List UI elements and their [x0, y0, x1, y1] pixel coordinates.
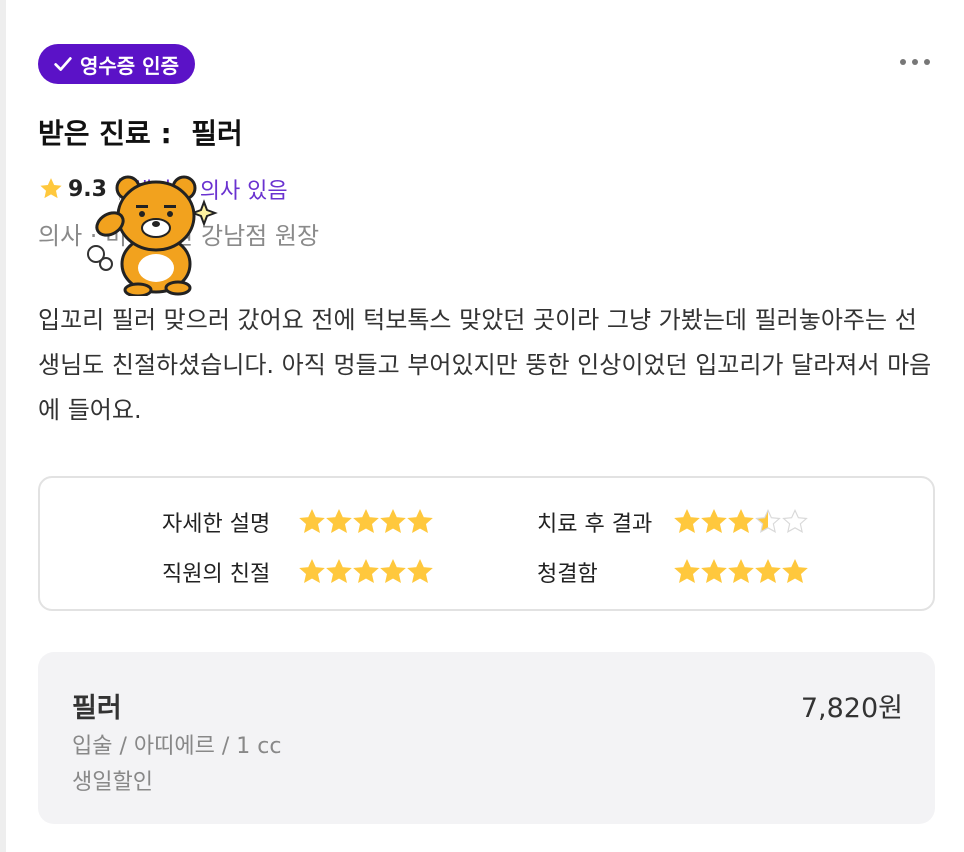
badge-label: 영수증 인증: [80, 53, 179, 78]
star-icon: [701, 558, 727, 583]
star-icon: [326, 508, 352, 533]
star-icon: [674, 558, 700, 583]
score-item: 직원의 친절: [162, 556, 433, 588]
more-options-button[interactable]: [900, 52, 930, 72]
star-icon: [407, 508, 433, 533]
score-panel: 자세한 설명 치료 후 결과 직원의 친절 청결함: [38, 476, 935, 611]
price-detail: 입술 / 아띠에르 / 1 cc: [72, 734, 282, 759]
star-icon: [755, 508, 781, 533]
star-icon: [40, 178, 62, 199]
score-item: 치료 후 결과: [537, 506, 808, 538]
check-icon: [54, 57, 72, 71]
star-icon: [380, 508, 406, 533]
star-icon: [353, 508, 379, 533]
star-rating: [298, 508, 433, 536]
star-icon: [782, 508, 808, 533]
star-icon: [380, 558, 406, 583]
receipt-verified-badge: 영수증 인증: [38, 44, 195, 84]
star-icon: [299, 558, 325, 583]
price-card: 필러 7,820원 입술 / 아띠에르 / 1 cc 생일할인: [38, 652, 935, 824]
score-label: 자세한 설명: [162, 512, 271, 537]
star-icon: [326, 558, 352, 583]
review-text: 입꼬리 필러 맞으러 갔어요 전에 턱보톡스 맞았던 곳이라 그냥 가봤는데 필…: [38, 306, 932, 424]
score-label: 청결함: [537, 562, 598, 587]
star-icon: [728, 508, 754, 533]
star-icon: [755, 558, 781, 583]
character-sticker: [87, 175, 218, 296]
score-item: 청결함: [537, 556, 808, 588]
price-discount-tag: 생일할인: [72, 770, 153, 795]
score-item: 자세한 설명: [162, 506, 433, 538]
star-icon: [674, 508, 700, 533]
star-rating: [298, 558, 433, 586]
more-icon: [900, 59, 906, 65]
star-icon: [299, 508, 325, 533]
left-divider: [0, 0, 6, 852]
score-label: 직원의 친절: [162, 562, 271, 587]
star-icon: [353, 558, 379, 583]
score-label: 치료 후 결과: [537, 512, 653, 537]
star-icon: [407, 558, 433, 583]
price-amount: 7,820원: [800, 693, 903, 724]
treatment-title: 받은 진료 : 필러: [38, 117, 243, 150]
price-item-name: 필러: [72, 693, 122, 724]
star-icon: [782, 558, 808, 583]
star-icon: [701, 508, 727, 533]
star-rating: [673, 558, 808, 586]
star-icon: [728, 558, 754, 583]
star-rating: [673, 508, 808, 536]
